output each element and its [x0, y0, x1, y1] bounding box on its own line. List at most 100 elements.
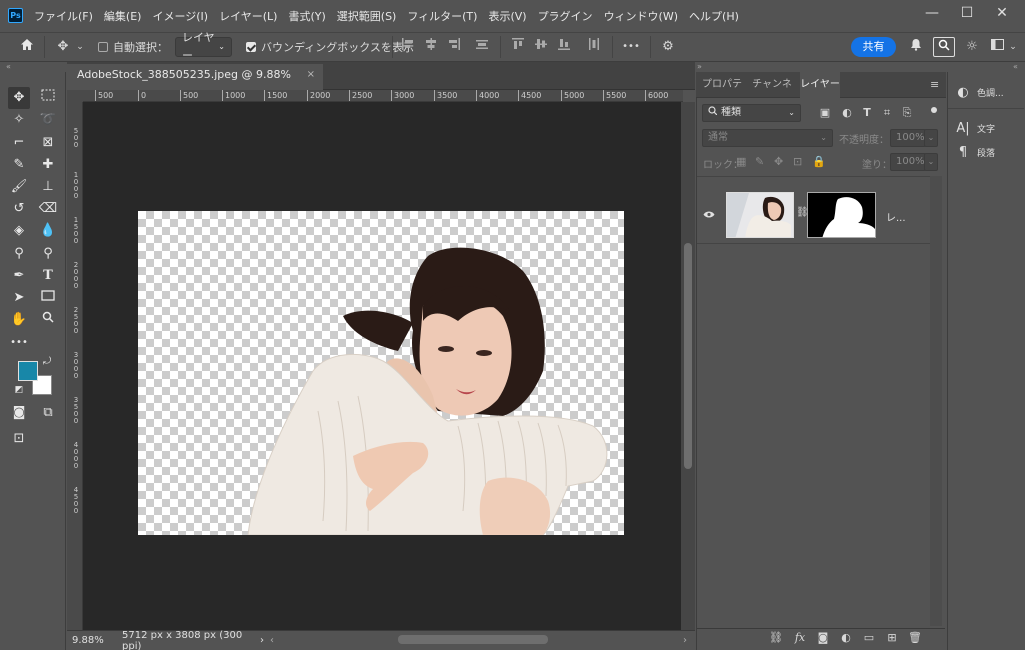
menu-help[interactable]: ヘルプ(H) [689, 8, 739, 24]
blend-mode-dropdown[interactable]: 通常 ⌄ [702, 129, 833, 147]
menu-window[interactable]: ウィンドウ(W) [604, 8, 678, 24]
close-button[interactable]: ✕ [985, 0, 1019, 28]
history-brush-tool-icon[interactable]: ↺ [8, 198, 30, 220]
generative-fill-icon[interactable]: ⊡ [8, 428, 30, 450]
horizontal-scrollbar-thumb[interactable] [398, 635, 548, 644]
home-icon[interactable] [16, 38, 38, 56]
menu-file[interactable]: ファイル(F) [34, 8, 93, 24]
path-select-tool-icon[interactable]: ➤ [8, 287, 30, 309]
layer-mask-thumbnail[interactable] [807, 192, 876, 238]
menu-image[interactable]: イメージ(I) [152, 8, 208, 24]
lock-all-icon[interactable]: 🔒 [812, 155, 826, 168]
horizontal-ruler[interactable]: 500 0 500 1000 1500 2000 2500 3000 3500 … [83, 90, 683, 102]
more-options-icon[interactable]: ••• [620, 38, 642, 56]
paint-bucket-tool-icon[interactable]: ◈ [8, 220, 30, 242]
distribute-vertical-icon[interactable] [586, 38, 602, 56]
chevron-down-icon[interactable]: ⌄ [1007, 38, 1019, 56]
eraser-tool-icon[interactable]: ⌫ [37, 198, 59, 220]
move-tool-icon[interactable]: ✥ [52, 38, 74, 56]
close-tab-icon[interactable]: × [307, 64, 315, 86]
distribute-icon[interactable] [474, 38, 490, 56]
menu-select[interactable]: 選択範囲(S) [337, 8, 397, 24]
minimize-button[interactable]: — [915, 0, 949, 28]
lock-artboard-icon[interactable]: ⊡ [793, 155, 802, 168]
layer-name[interactable]: レ... [886, 209, 906, 224]
align-bottom-icon[interactable] [556, 38, 572, 56]
vertical-scrollbar-thumb[interactable] [684, 243, 692, 469]
lasso-tool-icon[interactable]: ➰ [37, 109, 59, 131]
zoom-level[interactable]: 9.88% [72, 635, 122, 646]
opacity-input[interactable]: 100% [890, 129, 926, 147]
paragraph-panel-button[interactable]: ¶ 段落 [955, 142, 995, 162]
maximize-button[interactable]: ☐ [950, 0, 984, 28]
lightbulb-icon[interactable]: ☼ [962, 38, 982, 56]
workspace-icon[interactable] [988, 38, 1006, 56]
filter-pixel-icon[interactable]: ▣ [818, 104, 832, 122]
align-top-icon[interactable] [510, 38, 526, 56]
eye-icon[interactable] [703, 209, 715, 222]
checkbox-box[interactable] [98, 42, 108, 52]
show-bounding-box-checkbox[interactable]: バウンディングボックスを表示 [246, 38, 414, 56]
filter-type-icon[interactable]: T [860, 104, 874, 122]
auto-select-checkbox[interactable]: 自動選択： [98, 38, 168, 56]
tab-properties[interactable]: プロパティ [698, 72, 746, 116]
lock-transparent-icon[interactable]: ▦ [736, 155, 746, 168]
menu-plugins[interactable]: プラグイン [538, 8, 593, 24]
quick-mask-icon[interactable]: ◙ [8, 402, 30, 424]
share-button[interactable]: 共有 [851, 37, 896, 57]
pen-tool-icon[interactable]: ✒ [8, 265, 30, 287]
menu-filter[interactable]: フィルター(T) [407, 8, 477, 24]
adjustment-layer-icon[interactable]: ◐ [838, 629, 854, 647]
gear-icon[interactable]: ⚙ [658, 38, 678, 56]
align-center-icon[interactable] [423, 38, 439, 56]
foreground-color-swatch[interactable] [18, 361, 38, 381]
adjustments-panel-button[interactable]: ◐ 色調... [955, 82, 1003, 102]
zoom-tool-icon[interactable] [37, 309, 59, 331]
type-tool-icon[interactable]: T [37, 265, 59, 287]
object-select-tool-icon[interactable]: ✧ [8, 109, 30, 131]
frame-tool-icon[interactable]: ⊠ [37, 132, 59, 154]
folder-icon[interactable]: ▭ [861, 629, 877, 647]
bell-icon[interactable] [906, 38, 926, 56]
collapse-dock-icon[interactable]: « [1013, 62, 1018, 72]
lock-pixels-icon[interactable]: ✎ [755, 155, 764, 168]
layers-scrollbar[interactable] [930, 176, 942, 626]
align-left-icon[interactable] [400, 38, 416, 56]
layer-thumbnail[interactable] [726, 192, 794, 238]
menu-view[interactable]: 表示(V) [488, 8, 526, 24]
trash-icon[interactable]: 🗑 [907, 629, 923, 647]
crop-tool-icon[interactable]: ⌐ [8, 132, 30, 154]
fill-input[interactable]: 100% [890, 153, 926, 171]
stamp-tool-icon[interactable]: ⊥ [37, 176, 59, 198]
chevron-down-icon[interactable]: ⌄ [74, 38, 86, 56]
filter-toggle[interactable] [931, 107, 937, 119]
add-mask-icon[interactable]: ◙ [815, 629, 831, 647]
scroll-left-icon[interactable]: ‹ [270, 635, 280, 646]
eyedropper-tool-icon[interactable]: ✎ [8, 154, 30, 176]
vertical-ruler[interactable]: 5 0 0 1 0 0 0 1 5 0 0 2 0 0 0 2 5 0 0 3 … [67, 102, 83, 630]
hand-tool-icon[interactable]: ✋ [8, 309, 30, 331]
character-panel-button[interactable]: A| 文字 [955, 118, 995, 138]
align-middle-icon[interactable] [533, 38, 549, 56]
brush-tool-icon[interactable]: 🖌 [8, 176, 30, 198]
collapse-panel-icon[interactable]: » [697, 62, 702, 72]
auto-select-target-dropdown[interactable]: レイヤー ⌄ [175, 31, 232, 62]
filter-shape-icon[interactable]: ⌗ [880, 104, 894, 122]
link-layers-icon[interactable]: ⛓ [768, 629, 784, 647]
lock-position-icon[interactable]: ✥ [774, 155, 783, 168]
tab-layers[interactable]: レイヤー [800, 72, 840, 98]
blur-tool-icon[interactable]: 💧 [37, 220, 59, 242]
document-tab[interactable]: AdobeStock_388505235.jpeg @ 9.88% (RGB/8… [67, 64, 323, 103]
panel-menu-icon[interactable]: ≡ [930, 78, 939, 91]
checkbox-box[interactable] [246, 42, 256, 52]
filter-smart-object-icon[interactable]: ⎘ [900, 104, 914, 122]
menu-type[interactable]: 書式(Y) [288, 8, 325, 24]
chevron-down-icon[interactable]: ⌄ [924, 153, 938, 171]
swap-colors-icon[interactable]: ⤾ [40, 355, 54, 369]
menu-layer[interactable]: レイヤー(L) [219, 8, 277, 24]
screen-mode-icon[interactable]: ⧉ [37, 402, 59, 424]
move-tool-icon[interactable]: ✥ [8, 87, 30, 109]
tab-channels[interactable]: チャンネル [748, 72, 796, 116]
menu-edit[interactable]: 編集(E) [104, 8, 142, 24]
marquee-tool-icon[interactable] [37, 87, 59, 109]
